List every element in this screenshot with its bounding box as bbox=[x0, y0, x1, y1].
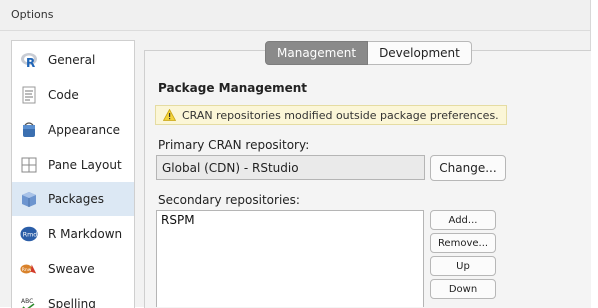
sidebar-item-appearance[interactable]: Appearance bbox=[12, 113, 134, 147]
tab-management[interactable]: Management bbox=[265, 41, 369, 65]
primary-repo-field: Global (CDN) - RStudio bbox=[156, 155, 425, 180]
svg-text:ABC: ABC bbox=[21, 298, 33, 305]
sidebar-item-sweave[interactable]: Rnw Sweave bbox=[12, 252, 134, 286]
sidebar-item-pane-layout[interactable]: Pane Layout bbox=[12, 148, 134, 182]
change-button[interactable]: Change... bbox=[430, 155, 506, 181]
r-logo-icon: R bbox=[20, 51, 38, 69]
sidebar-item-label: General bbox=[48, 53, 96, 67]
options-sidebar: R General Code Appearance Pane Layout Pa… bbox=[11, 40, 135, 308]
sidebar-item-general[interactable]: R General bbox=[12, 43, 134, 77]
background-window-edge bbox=[590, 0, 598, 307]
svg-text:Rnw: Rnw bbox=[22, 267, 32, 273]
code-document-icon bbox=[20, 86, 38, 104]
sidebar-item-code[interactable]: Code bbox=[12, 78, 134, 112]
move-down-button[interactable]: Down bbox=[430, 279, 496, 299]
warning-icon bbox=[163, 109, 176, 121]
rmd-icon: Rmd bbox=[20, 225, 38, 243]
spelling-abc-icon: ABC bbox=[20, 295, 38, 308]
sidebar-item-r-markdown[interactable]: Rmd R Markdown bbox=[12, 217, 134, 251]
title-bar: Options bbox=[0, 0, 590, 31]
section-title: Package Management bbox=[158, 81, 307, 95]
sidebar-item-spelling[interactable]: ABC Spelling bbox=[12, 287, 134, 308]
remove-repo-button[interactable]: Remove... bbox=[430, 233, 496, 253]
sidebar-item-label: Appearance bbox=[48, 123, 121, 137]
sidebar-item-label: Pane Layout bbox=[48, 158, 122, 172]
sidebar-item-label: Sweave bbox=[48, 262, 95, 276]
sidebar-item-label: Spelling bbox=[48, 297, 96, 308]
sidebar-item-label: Code bbox=[48, 88, 79, 102]
tab-development[interactable]: Development bbox=[368, 41, 472, 65]
svg-text:Rmd: Rmd bbox=[23, 232, 38, 239]
pane-layout-icon bbox=[20, 156, 38, 174]
sidebar-item-packages[interactable]: Packages bbox=[12, 182, 134, 216]
secondary-repos-label: Secondary repositories: bbox=[158, 193, 300, 207]
sidebar-item-label: Packages bbox=[48, 192, 104, 206]
warning-text: CRAN repositories modified outside packa… bbox=[182, 108, 499, 122]
move-up-button[interactable]: Up bbox=[430, 256, 496, 276]
sidebar-item-label: R Markdown bbox=[48, 227, 123, 241]
svg-text:R: R bbox=[26, 56, 35, 69]
primary-repo-label: Primary CRAN repository: bbox=[158, 138, 310, 152]
package-box-icon bbox=[20, 190, 38, 208]
warning-banner: CRAN repositories modified outside packa… bbox=[155, 105, 507, 125]
add-repo-button[interactable]: Add... bbox=[430, 210, 496, 230]
sweave-icon: Rnw bbox=[20, 260, 38, 278]
secondary-repos-list[interactable]: RSPM bbox=[156, 210, 424, 307]
window-title: Options bbox=[11, 8, 54, 21]
tab-bar: Management Development bbox=[265, 41, 472, 65]
list-item[interactable]: RSPM bbox=[157, 211, 423, 229]
paint-bucket-icon bbox=[20, 121, 38, 139]
